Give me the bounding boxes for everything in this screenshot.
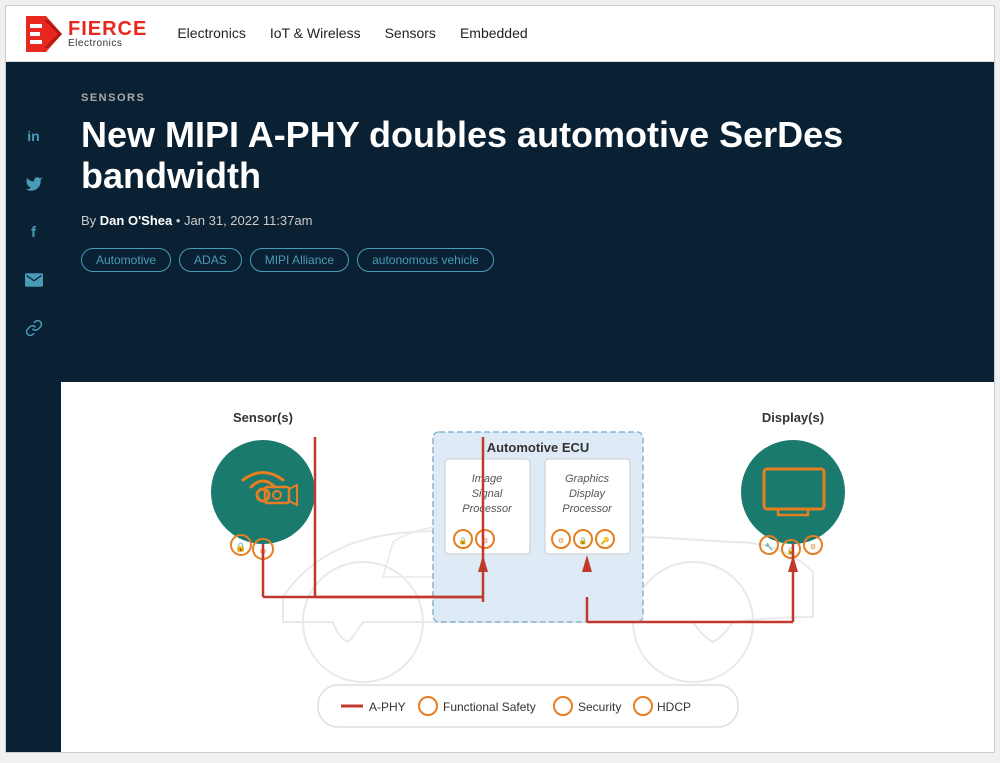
legend-hdcp-text: HDCP	[657, 700, 691, 714]
nav-link-electronics[interactable]: Electronics	[177, 25, 245, 41]
svg-text:⚙: ⚙	[809, 543, 815, 551]
sensor-circle	[211, 440, 315, 544]
page-wrapper: FIERCE Electronics Electronics IoT & Wir…	[5, 5, 995, 753]
tag-automotive[interactable]: Automotive	[81, 248, 171, 272]
article-category: SENSORS	[81, 92, 954, 104]
svg-text:🔒: 🔒	[235, 542, 246, 552]
article-date: Jan 31, 2022 11:37am	[184, 213, 312, 228]
diagram-svg: Sensor(s) 🔒	[163, 377, 893, 747]
tags-container: Automotive ADAS MIPI Alliance autonomous…	[81, 248, 954, 272]
email-icon[interactable]	[20, 266, 48, 294]
link-icon[interactable]	[20, 314, 48, 342]
tag-mipi[interactable]: MIPI Alliance	[250, 248, 349, 272]
nav-link-embedded[interactable]: Embedded	[460, 25, 528, 41]
legend-fs-text: Functional Safety	[443, 700, 536, 714]
article-header: SENSORS New MIPI A-PHY doubles automotiv…	[61, 62, 994, 382]
logo-electronics: Electronics	[68, 39, 147, 49]
display-circle	[741, 440, 845, 544]
diagram-container: Sensor(s) 🔒	[61, 372, 994, 752]
main-nav: Electronics IoT & Wireless Sensors Embed…	[177, 25, 527, 43]
tag-autonomous[interactable]: autonomous vehicle	[357, 248, 494, 272]
logo-area: FIERCE Electronics	[26, 16, 147, 52]
svg-text:🔑: 🔑	[600, 536, 609, 545]
article-author: Dan O'Shea	[100, 213, 172, 228]
nav-link-sensors[interactable]: Sensors	[385, 25, 436, 41]
gdp-text-3: Processor	[562, 503, 613, 515]
tag-adas[interactable]: ADAS	[179, 248, 242, 272]
logo-icon	[26, 16, 62, 52]
gdp-text-1: Graphics	[564, 473, 609, 485]
legend-aphy-text: A-PHY	[369, 700, 406, 714]
nav-item-iot[interactable]: IoT & Wireless	[270, 25, 361, 43]
display-label: Display(s)	[761, 410, 823, 425]
meta-dot: •	[172, 213, 184, 228]
main-content: Sensor(s) 🔒	[6, 62, 994, 752]
isp-text-3: Processor	[462, 503, 513, 515]
legend-sec-text: Security	[578, 700, 621, 714]
site-header: FIERCE Electronics Electronics IoT & Wir…	[6, 6, 994, 62]
nav-item-embedded[interactable]: Embedded	[460, 25, 528, 43]
linkedin-icon[interactable]: in	[20, 122, 48, 150]
svg-text:🔒: 🔒	[578, 537, 587, 545]
social-sidebar: in f	[6, 62, 61, 752]
gdp-text-2: Display	[568, 488, 606, 500]
article-title: New MIPI A-PHY doubles automotive SerDes…	[81, 114, 954, 197]
svg-text:⚙: ⚙	[557, 537, 563, 545]
nav-links: Electronics IoT & Wireless Sensors Embed…	[177, 25, 527, 43]
logo-fierce: FIERCE	[68, 19, 147, 39]
ecu-label: Automotive ECU	[486, 440, 589, 455]
sensor-label: Sensor(s)	[233, 410, 293, 425]
isp-text-1: Image	[471, 473, 502, 485]
nav-item-electronics[interactable]: Electronics	[177, 25, 245, 43]
facebook-icon[interactable]: f	[20, 218, 48, 246]
nav-link-iot[interactable]: IoT & Wireless	[270, 25, 361, 41]
nav-item-sensors[interactable]: Sensors	[385, 25, 436, 43]
svg-text:🔒: 🔒	[458, 537, 467, 545]
twitter-icon[interactable]	[20, 170, 48, 198]
logo-text: FIERCE Electronics	[68, 19, 147, 49]
svg-text:🔧: 🔧	[764, 542, 773, 551]
article-meta: By Dan O'Shea • Jan 31, 2022 11:37am	[81, 213, 954, 228]
by-label: By	[81, 213, 100, 228]
content-area: Sensor(s) 🔒	[6, 62, 994, 752]
isp-text-2: Signal	[471, 488, 502, 500]
